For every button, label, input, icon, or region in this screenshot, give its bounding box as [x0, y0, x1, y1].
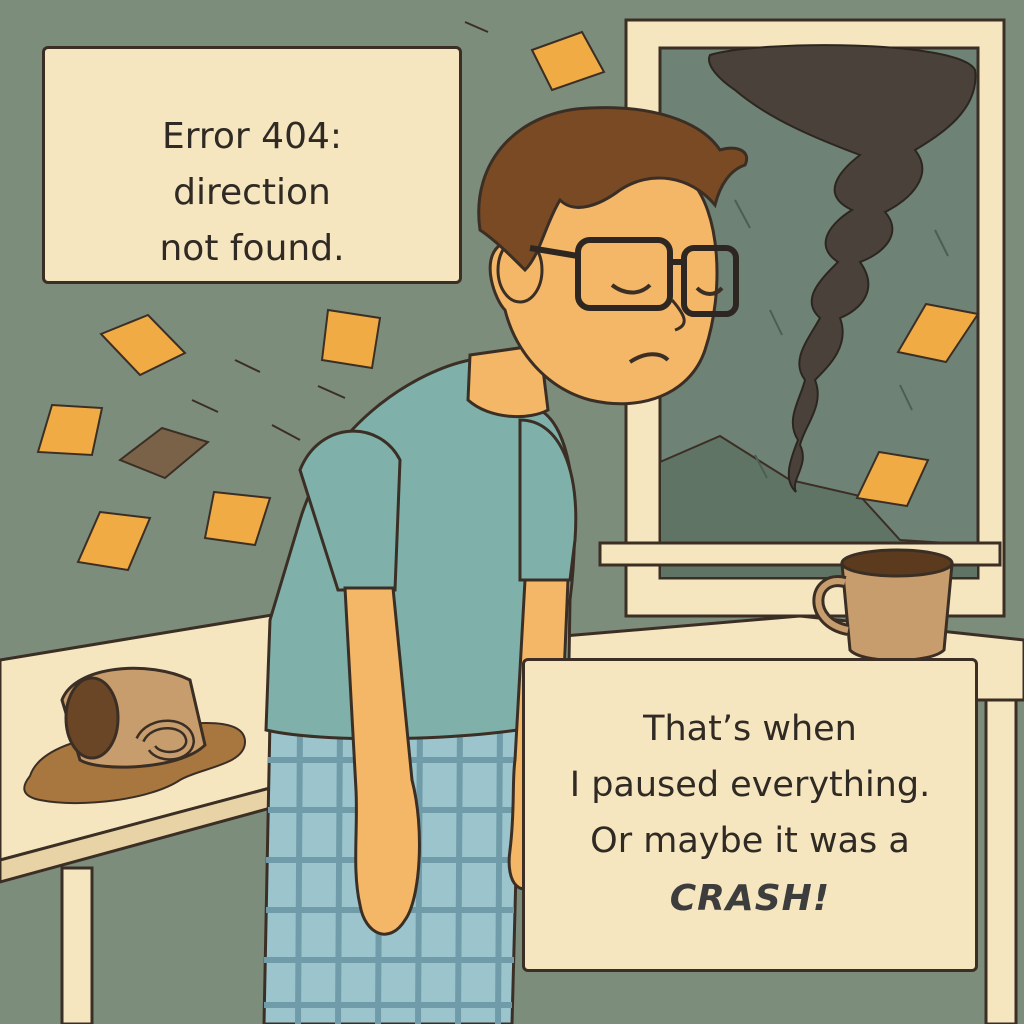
- caption-bottom-line-3: Or maybe it was a: [590, 821, 910, 861]
- caption-top-line-1: Error 404:: [161, 116, 343, 157]
- paper: [320, 308, 382, 370]
- caption-top: Error 404: direction not found.: [42, 46, 462, 284]
- caption-bottom-line-1: That’s when: [643, 709, 857, 749]
- caption-bottom: That’s when I paused everything. Or mayb…: [522, 658, 978, 972]
- caption-bottom-line-2: I paused everything.: [569, 765, 931, 805]
- caption-top-line-3: not found.: [159, 228, 345, 269]
- caption-top-line-2: direction: [173, 172, 331, 213]
- crash-emphasis: CRASH!: [669, 878, 831, 919]
